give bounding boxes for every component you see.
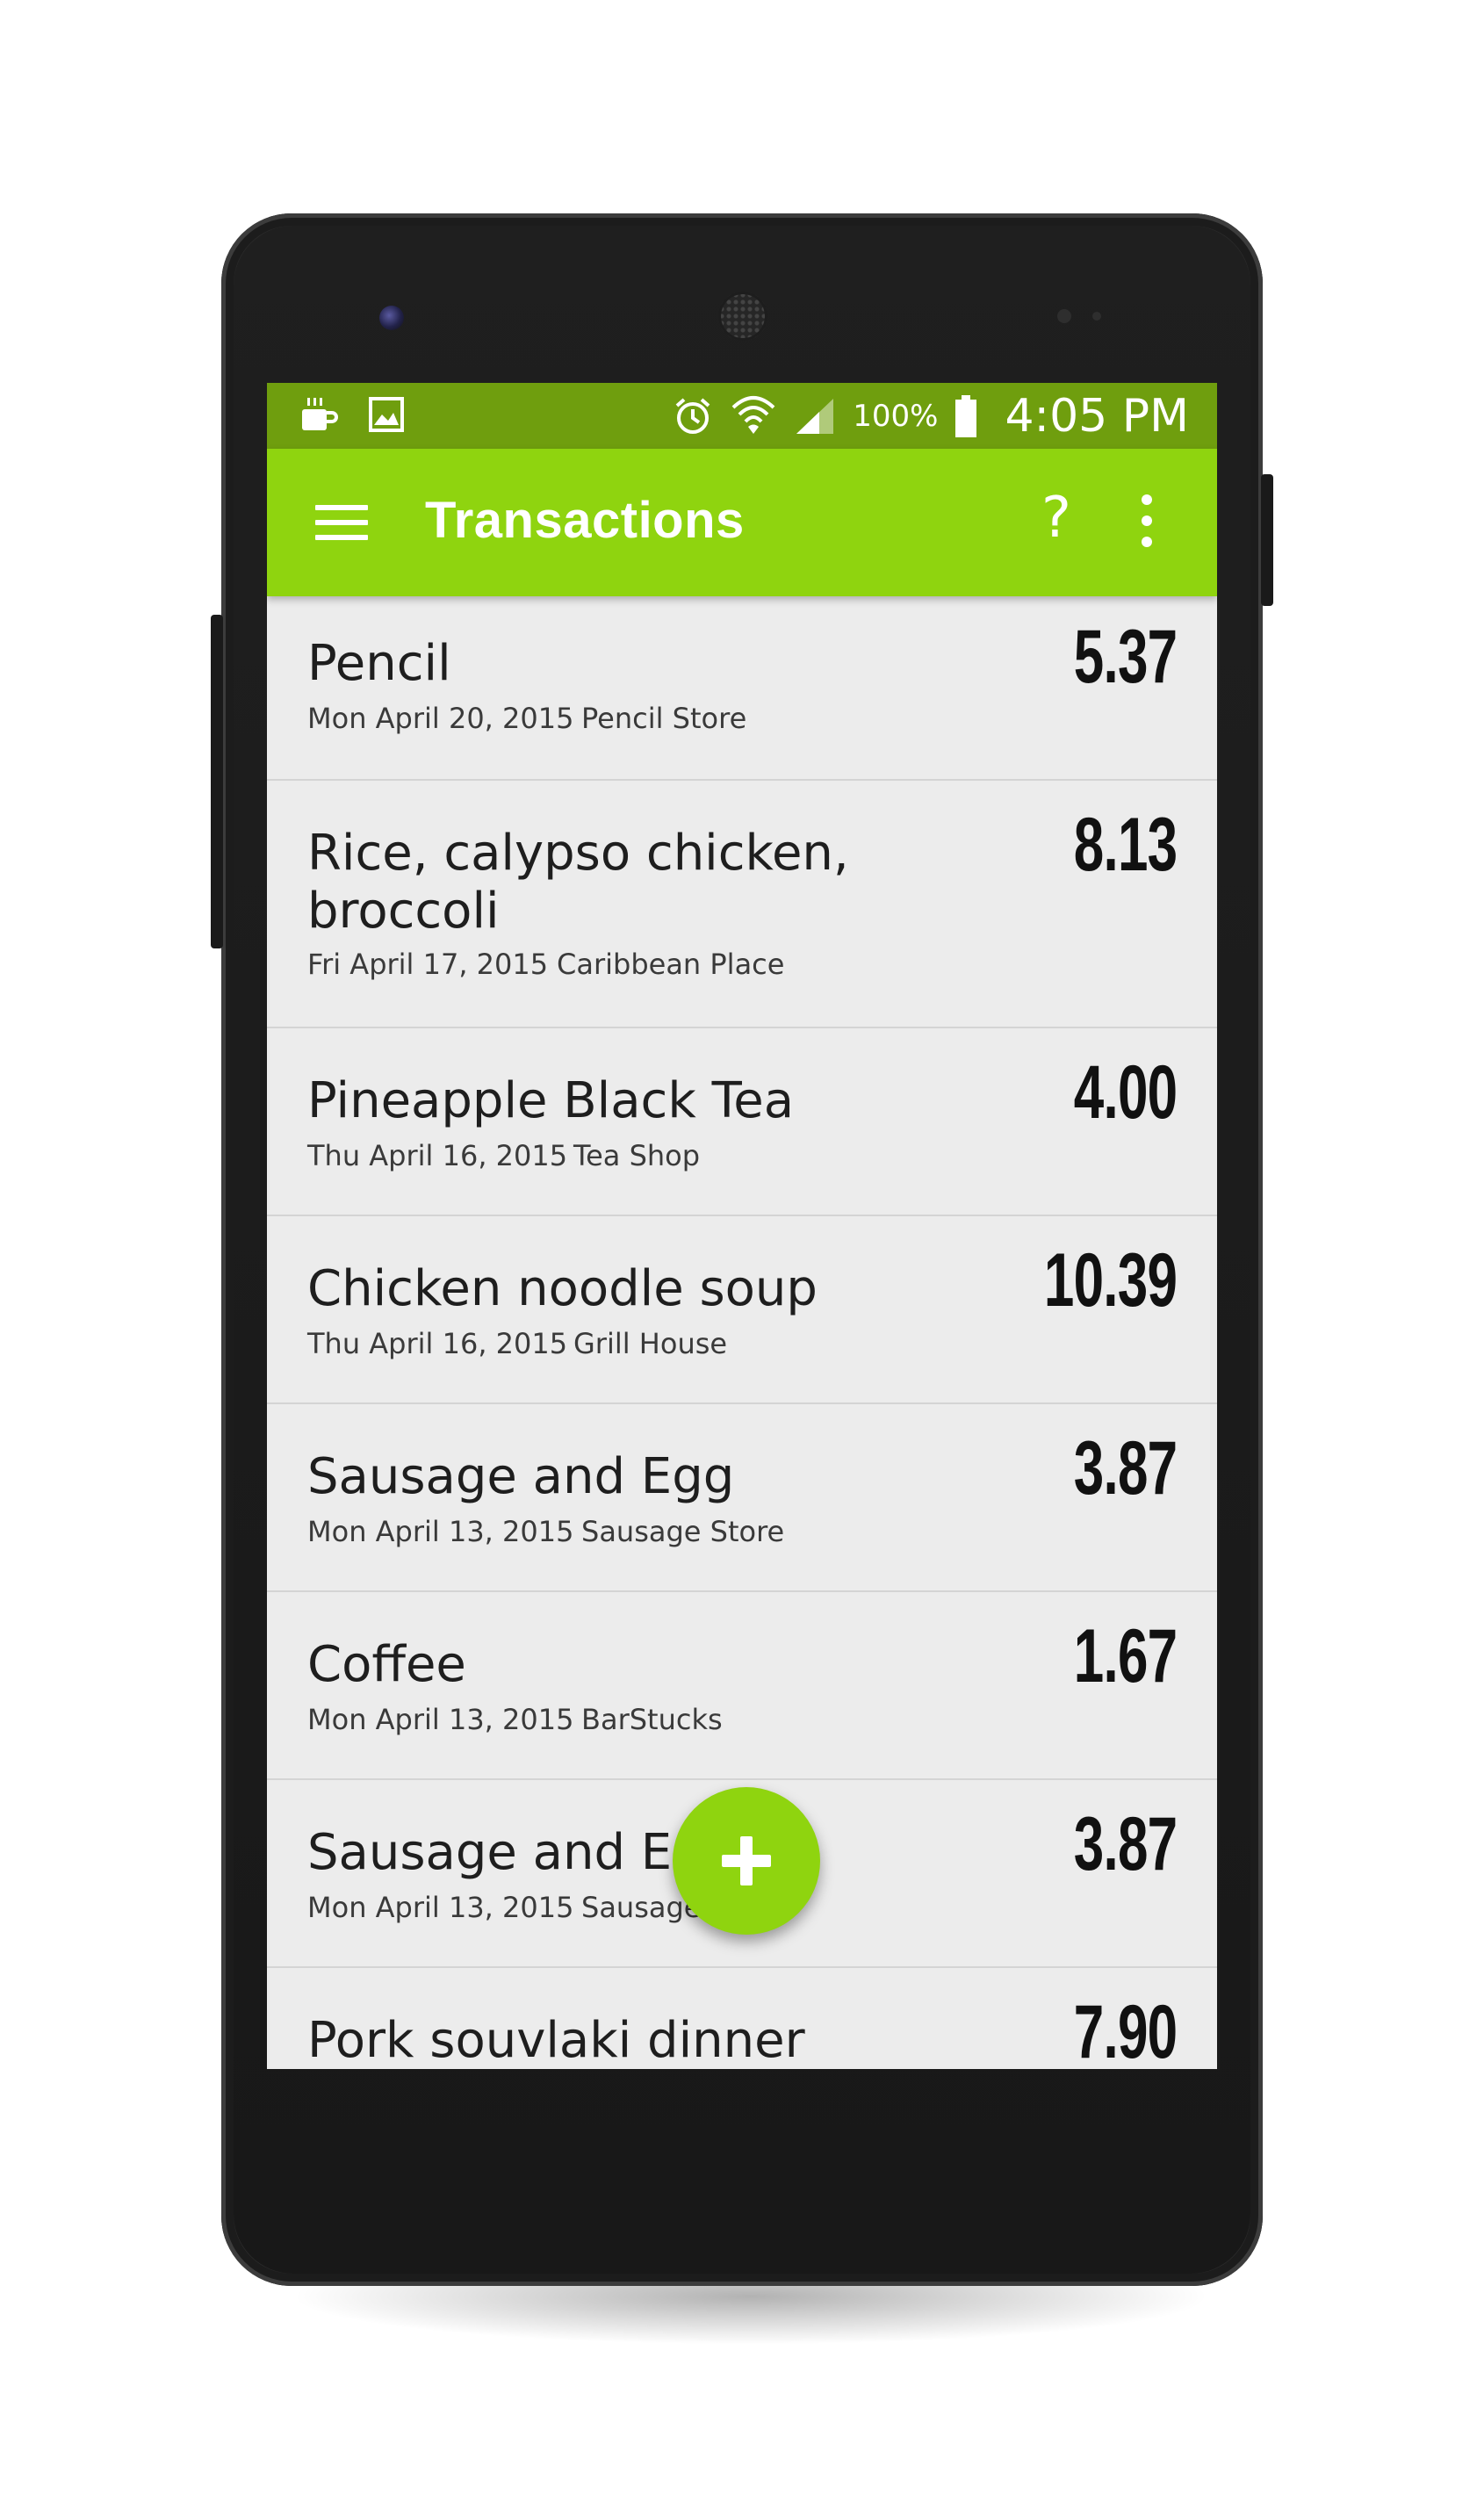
- battery-icon: [955, 394, 977, 437]
- transaction-title: Chicken noodle soup: [307, 1260, 818, 1317]
- transaction-row[interactable]: Pencil Mon April 20, 2015 Pencil Store 5…: [267, 596, 1217, 781]
- transaction-date: Mon April 20, 2015: [307, 702, 574, 735]
- transaction-date: Mon April 13, 2015: [307, 1703, 574, 1736]
- power-button: [1261, 474, 1273, 606]
- plus-icon: [722, 1836, 771, 1885]
- transaction-title: Rice, calypso chicken, broccoli: [307, 825, 849, 940]
- coffee-cup-icon: [302, 398, 338, 430]
- transaction-row[interactable]: Rice, calypso chicken, broccoli Fri Apri…: [267, 781, 1217, 1028]
- hamburger-menu-icon[interactable]: [315, 505, 368, 540]
- transaction-amount: 5.37: [1073, 615, 1177, 699]
- transaction-amount: 1.67: [1073, 1614, 1177, 1698]
- battery-percent: 100%: [853, 398, 939, 434]
- app-screen: 100% 4:05 PM Transactions ? Pencil Mon A…: [267, 383, 1217, 2069]
- transaction-row[interactable]: Chicken noodle soup Thu April 16, 2015 G…: [267, 1216, 1217, 1404]
- transaction-date: Thu April 16, 2015: [307, 1139, 568, 1172]
- transaction-row[interactable]: Pork souvlaki dinner 7.90: [267, 1968, 1217, 2069]
- transaction-store: Pencil Store: [581, 702, 747, 735]
- earpiece-speaker: [718, 292, 767, 341]
- transaction-title: Coffee: [307, 1636, 466, 1693]
- alarm-icon: [675, 397, 710, 434]
- transaction-date: Mon April 13, 2015: [307, 1891, 574, 1924]
- app-bar: Transactions ?: [267, 449, 1217, 596]
- system-icons: 100% 4:05 PM: [672, 383, 1189, 449]
- transaction-title: Sausage and Egg: [307, 1448, 735, 1505]
- transaction-store: Caribbean Place: [557, 948, 785, 981]
- transaction-amount: 10.39: [1043, 1238, 1178, 1323]
- wifi-icon: [731, 395, 775, 434]
- transaction-date: Fri April 17, 2015: [307, 948, 549, 981]
- transaction-row[interactable]: Coffee Mon April 13, 2015 BarStucks 1.67: [267, 1592, 1217, 1780]
- add-transaction-button[interactable]: [673, 1787, 820, 1935]
- transaction-date: Thu April 16, 2015: [307, 1327, 568, 1360]
- transaction-date: Mon April 13, 2015: [307, 1515, 574, 1548]
- help-icon[interactable]: ?: [1041, 486, 1071, 551]
- overflow-menu-icon[interactable]: [1142, 494, 1154, 551]
- transaction-store: Grill House: [573, 1327, 728, 1360]
- image-icon: [369, 397, 404, 432]
- transaction-amount: 7.90: [1073, 1990, 1177, 2069]
- transaction-amount: 4.00: [1073, 1050, 1177, 1135]
- transaction-amount: 3.87: [1073, 1802, 1177, 1886]
- transaction-row[interactable]: Sausage and Egg Mon April 13, 2015 Sausa…: [267, 1404, 1217, 1592]
- signal-icon: [796, 398, 834, 434]
- transaction-amount: 3.87: [1073, 1426, 1177, 1510]
- transaction-title: Pork souvlaki dinner: [307, 2012, 805, 2069]
- proximity-sensor: [1057, 309, 1071, 323]
- transaction-store: BarStucks: [581, 1703, 723, 1736]
- notification-icons: [299, 393, 406, 436]
- volume-button: [211, 615, 223, 948]
- transaction-store: Tea Shop: [573, 1139, 701, 1172]
- front-camera: [379, 306, 404, 330]
- light-sensor: [1092, 312, 1101, 321]
- transaction-store: Sausage Store: [581, 1515, 785, 1548]
- transaction-title: Pencil: [307, 635, 451, 692]
- page-title: Transactions: [425, 492, 745, 549]
- transaction-row[interactable]: Pineapple Black Tea Thu April 16, 2015 T…: [267, 1028, 1217, 1216]
- status-clock: 4:05 PM: [1005, 389, 1189, 443]
- status-bar: 100% 4:05 PM: [267, 383, 1217, 449]
- transaction-amount: 8.13: [1073, 803, 1177, 887]
- transaction-title: Pineapple Black Tea: [307, 1072, 795, 1129]
